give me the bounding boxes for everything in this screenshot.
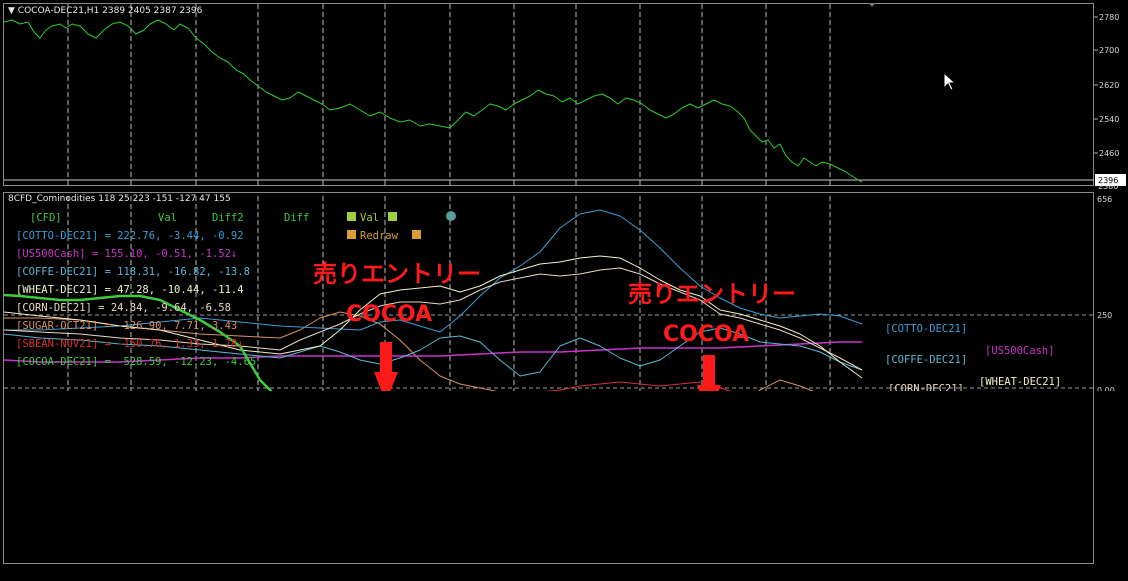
mouse-cursor-icon — [943, 72, 957, 91]
indicator-frame — [3, 192, 1094, 564]
indicator-tick-label: 250 — [1097, 311, 1112, 320]
indicator-tick-label: 656 — [1097, 195, 1112, 204]
indicator-tick-label: 0.00 — [1097, 386, 1115, 391]
